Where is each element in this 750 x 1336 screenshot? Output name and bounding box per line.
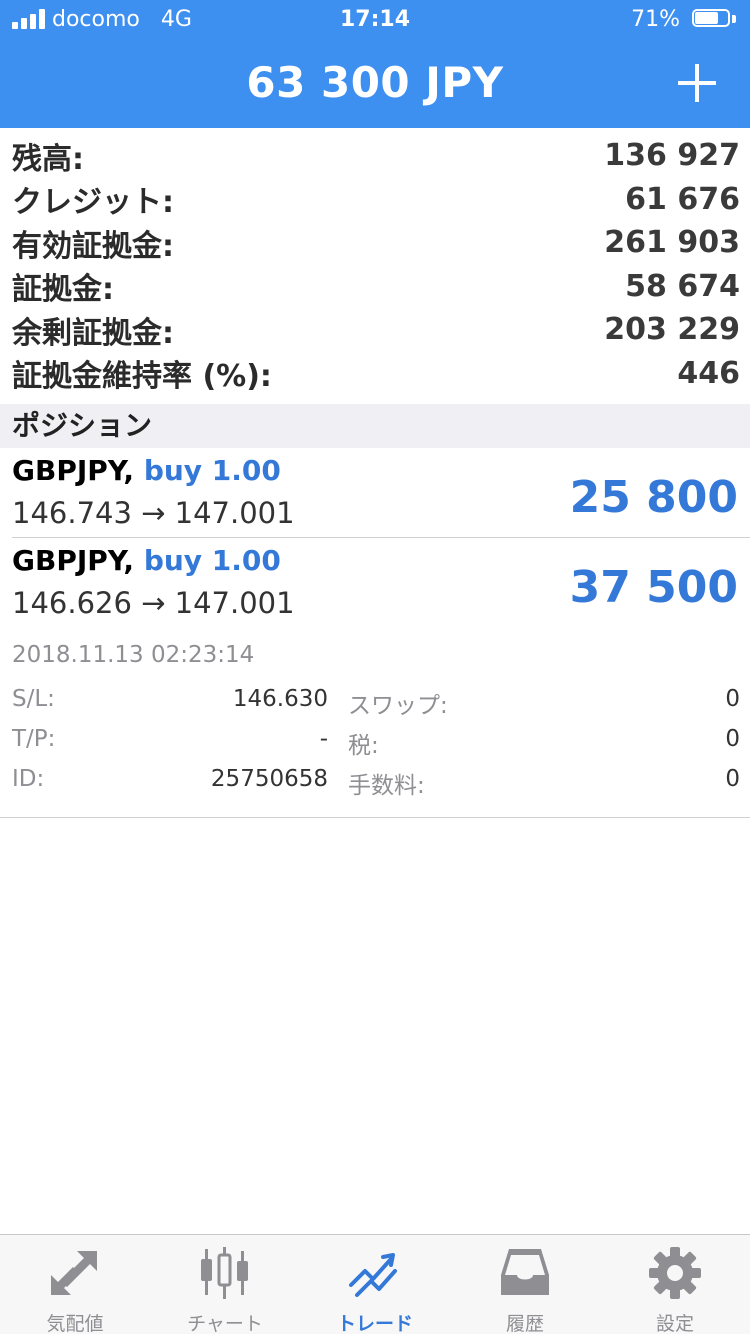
position-symbol: GBPJPY, buy 1.00 [12, 454, 281, 487]
summary-label: 余剰証拠金: [12, 315, 174, 351]
summary-label: クレジット: [12, 185, 174, 221]
tab-trade[interactable]: トレード [300, 1235, 450, 1335]
summary-label: 証拠金維持率 (%): [12, 359, 272, 395]
position-row[interactable]: GBPJPY, buy 1.00 146.743 → 147.001 25 80… [0, 448, 750, 538]
status-bar: docomo 4G 17:14 71% [0, 0, 750, 40]
bottom-tab-bar: 気配値 チャート トレード 履歴 設定 [0, 1234, 750, 1335]
symbol-name: GBPJPY, [12, 454, 135, 487]
summary-row-credit: クレジット: 61 676 [12, 178, 740, 222]
position-prices: 146.626 → 147.001 [12, 586, 295, 620]
summary-row-margin: 証拠金: 58 674 [12, 265, 740, 309]
summary-value: 446 [677, 355, 740, 391]
summary-value: 136 927 [604, 138, 740, 174]
position-row[interactable]: GBPJPY, buy 1.00 146.626 → 147.001 37 50… [0, 538, 750, 628]
position-profit: 37 500 [569, 562, 738, 613]
summary-label: 証拠金: [12, 272, 114, 308]
detail-key: 手数料: [348, 773, 425, 799]
summary-row-free-margin: 余剰証拠金: 203 229 [12, 308, 740, 352]
summary-label: 残高: [12, 141, 84, 177]
detail-value: 25750658 [210, 766, 328, 792]
plus-icon[interactable] [678, 64, 716, 102]
tab-label: トレード [336, 1313, 413, 1335]
summary-row-balance: 残高: 136 927 [12, 134, 740, 178]
account-summary: 残高: 136 927 クレジット: 61 676 有効証拠金: 261 903… [12, 134, 740, 395]
battery-percent: 71% [631, 7, 680, 32]
detail-value: 146.630 [232, 686, 328, 712]
candlestick-chart-icon [201, 1247, 248, 1299]
detail-value: 0 [725, 686, 740, 712]
detail-value: - [319, 726, 328, 752]
position-profit: 25 800 [569, 472, 738, 523]
summary-value: 58 674 [625, 268, 740, 304]
summary-value: 203 229 [604, 312, 740, 348]
summary-row-equity: 有効証拠金: 261 903 [12, 221, 740, 265]
tab-label: チャート [187, 1313, 263, 1335]
battery-icon [692, 9, 736, 29]
detail-key: スワップ: [348, 693, 448, 719]
tab-chart[interactable]: チャート [150, 1235, 300, 1335]
detail-key: S/L: [12, 686, 55, 712]
detail-key: 税: [348, 733, 379, 759]
tab-quotes[interactable]: 気配値 [0, 1235, 150, 1335]
tab-settings[interactable]: 設定 [600, 1235, 750, 1335]
detail-row-id: ID: 25750658 手数料: 0 [12, 766, 740, 806]
detail-key: T/P: [12, 726, 56, 752]
detail-value: 0 [725, 726, 740, 752]
open-time: 2018.11.13 02:23:14 [12, 642, 255, 668]
summary-label: 有効証拠金: [12, 228, 174, 264]
tab-label: 履歴 [505, 1313, 544, 1335]
tab-label: 気配値 [46, 1313, 104, 1335]
summary-value: 261 903 [604, 225, 740, 261]
trade-type-volume: buy 1.00 [143, 454, 281, 487]
tab-label: 設定 [655, 1313, 694, 1335]
detail-key: ID: [12, 766, 45, 792]
trade-chart-icon [349, 1253, 397, 1297]
history-inbox-icon [501, 1249, 549, 1295]
symbol-name: GBPJPY, [12, 544, 135, 577]
summary-value: 61 676 [625, 181, 740, 217]
quotes-arrows-icon [51, 1251, 97, 1295]
top-header: docomo 4G 17:14 71% 63 300 JPY [0, 0, 750, 128]
detail-row-tp: T/P: - 税: 0 [12, 726, 740, 766]
positions-section-header: ポジション [0, 404, 750, 448]
trade-type-volume: buy 1.00 [143, 544, 281, 577]
account-profit-title: 63 300 JPY [246, 58, 504, 107]
gear-icon [649, 1247, 701, 1299]
summary-row-margin-level: 証拠金維持率 (%): 446 [12, 352, 740, 396]
position-prices: 146.743 → 147.001 [12, 496, 295, 530]
detail-value: 0 [725, 766, 740, 792]
position-symbol: GBPJPY, buy 1.00 [12, 544, 281, 577]
detail-row-sl: S/L: 146.630 スワップ: 0 [12, 686, 740, 726]
list-end-divider [0, 817, 750, 818]
tab-history[interactable]: 履歴 [450, 1235, 600, 1335]
